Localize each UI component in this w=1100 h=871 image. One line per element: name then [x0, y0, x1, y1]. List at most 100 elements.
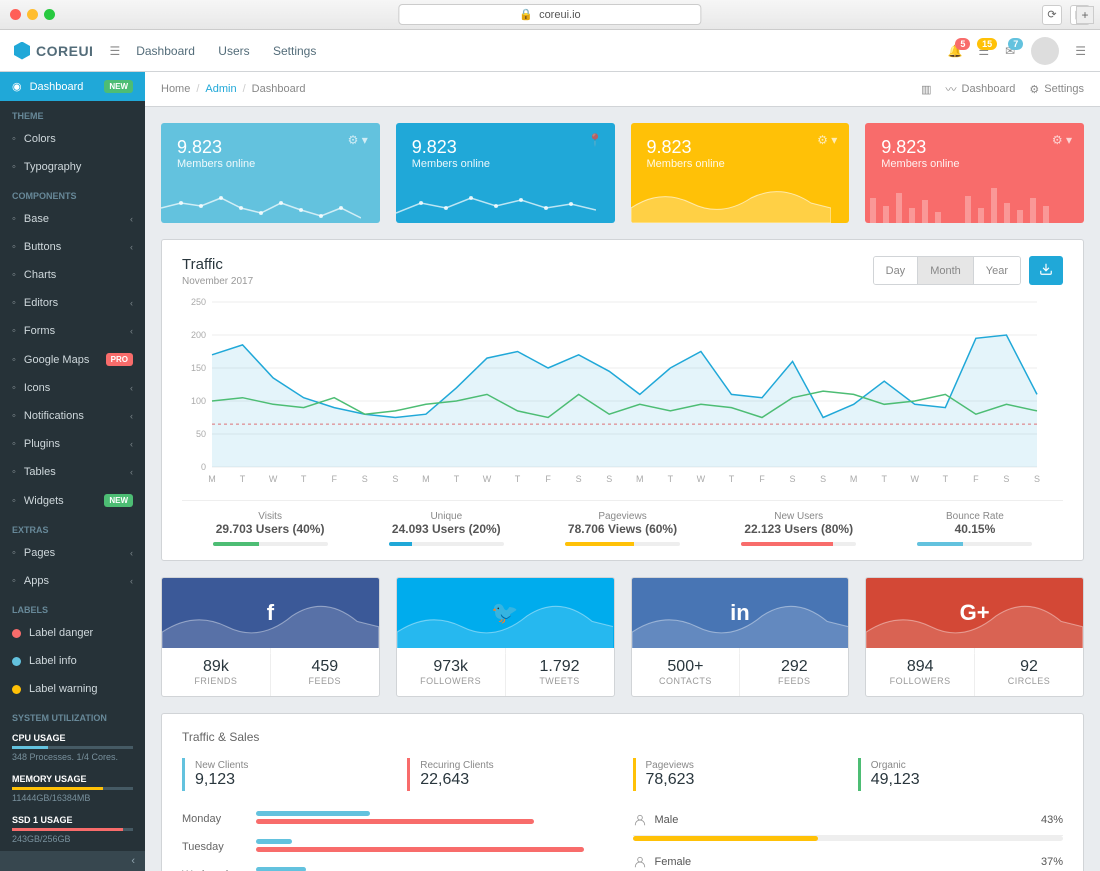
label: Label warning — [29, 683, 98, 695]
label: Dashboard — [30, 81, 84, 93]
label: Label danger — [29, 627, 93, 639]
day-row: Monday — [182, 805, 613, 833]
sidebar-label[interactable]: Label danger — [0, 619, 145, 647]
date-range-toggle: Day Month Year — [873, 256, 1021, 285]
gear-icon[interactable]: ⚙ ▾ — [1052, 133, 1072, 147]
label: Label info — [29, 655, 77, 667]
sidebar-item-forms[interactable]: ◦ Forms ‹ — [0, 317, 145, 345]
range-day[interactable]: Day — [874, 257, 919, 284]
sidebar-item-google-maps[interactable]: ◦ Google Maps PRO — [0, 345, 145, 374]
sidebar-label[interactable]: Label info — [0, 647, 145, 675]
sidebar: ◉ Dashboard NEW THEME ◦ Colors ◦ Typogra… — [0, 30, 145, 871]
sidebar-toggle-button[interactable]: ☰ — [109, 44, 120, 58]
svg-text:S: S — [1003, 474, 1009, 484]
label: Visits — [188, 511, 352, 522]
close-window-icon[interactable] — [10, 9, 21, 20]
badge: PRO — [106, 353, 133, 366]
sidebar-item-notifications[interactable]: ◦ Notifications ‹ — [0, 402, 145, 430]
new-tab-button[interactable]: + — [1076, 6, 1094, 24]
gear-icon[interactable]: ⚙ ▾ — [348, 133, 368, 147]
bc-settings-link[interactable]: ⚙ Settings — [1029, 83, 1084, 96]
bc-admin[interactable]: Admin — [205, 83, 236, 95]
chevron-left-icon: ‹ — [130, 467, 133, 477]
stat-label: Members online — [177, 158, 364, 170]
notifications-bell-icon[interactable]: 🔔5 — [947, 44, 962, 58]
day-row: Tuesday — [182, 833, 613, 861]
sidebar-item-typography[interactable]: ◦ Typography — [0, 153, 145, 181]
section-title-extras: EXTRAS — [0, 515, 145, 539]
tw-icon: 🐦 — [491, 600, 518, 626]
bc-home[interactable]: Home — [161, 83, 190, 95]
sidebar-collapse-button[interactable]: ‹ — [0, 851, 145, 871]
svg-text:T: T — [943, 474, 949, 484]
nav-dashboard[interactable]: Dashboard — [136, 44, 195, 58]
social-stat-b: 459FEEDS — [271, 648, 379, 696]
url-bar[interactable]: 🔒 coreui.io — [398, 4, 701, 25]
svg-text:S: S — [576, 474, 582, 484]
sidebar-label[interactable]: Label warning — [0, 675, 145, 703]
sidebar-item-apps[interactable]: ◦ Apps ‹ — [0, 567, 145, 595]
messages-icon[interactable]: ✉7 — [1005, 44, 1015, 58]
bc-current: Dashboard — [252, 83, 306, 95]
bc-speedometer-icon[interactable]: ▥ — [921, 83, 931, 96]
reload-button[interactable]: ⟳ — [1042, 5, 1062, 25]
stat-label: Members online — [647, 158, 834, 170]
li-icon: in — [730, 600, 750, 626]
svg-text:T: T — [729, 474, 735, 484]
traffic-chart: 050100150200250MTWTFSSMTWTFSSMTWTFSSMTWT… — [182, 297, 1042, 487]
demo-row: Female37% — [633, 847, 1064, 871]
chevron-left-icon: ‹ — [130, 214, 133, 224]
mini-chart — [396, 178, 596, 223]
sidebar-item-colors[interactable]: ◦ Colors — [0, 125, 145, 153]
gear-icon[interactable]: ⚙ ▾ — [817, 133, 837, 147]
label-dot-icon — [12, 685, 21, 694]
sidebar-item-charts[interactable]: ◦ Charts — [0, 261, 145, 289]
icon: ◦ — [12, 241, 16, 253]
brand-logo[interactable]: COREUI — [14, 42, 93, 60]
sidebar-item-tables[interactable]: ◦ Tables ‹ — [0, 458, 145, 486]
nav-users[interactable]: Users — [218, 44, 249, 58]
sidebar-item-editors[interactable]: ◦ Editors ‹ — [0, 289, 145, 317]
icon: ◦ — [12, 438, 16, 450]
value: 40.15% — [893, 522, 1057, 536]
maximize-window-icon[interactable] — [44, 9, 55, 20]
social-card-gp: G+ 894FOLLOWERS 92CIRCLES — [865, 577, 1084, 697]
traffic-stat: New Users 22.123 Users (80%) — [711, 501, 887, 560]
social-header: in — [632, 578, 849, 648]
pin-icon[interactable]: 📍 — [588, 133, 603, 147]
label: Colors — [24, 133, 56, 145]
icon: ◦ — [12, 133, 16, 145]
util-memory-usage: MEMORY USAGE 11444GB/16384MB — [0, 768, 145, 809]
icon: ◦ — [12, 213, 16, 225]
sidebar-item-base[interactable]: ◦ Base ‹ — [0, 205, 145, 233]
new-badge: NEW — [104, 80, 133, 93]
user-avatar[interactable] — [1031, 37, 1059, 65]
label: Charts — [24, 269, 56, 281]
stat-label: Members online — [412, 158, 599, 170]
svg-text:S: S — [1034, 474, 1040, 484]
tasks-icon[interactable]: ☰15 — [978, 44, 989, 58]
sidebar-item-widgets[interactable]: ◦ Widgets NEW — [0, 486, 145, 515]
traffic-stat: Bounce Rate 40.15% — [887, 501, 1063, 560]
sidebar-item-dashboard[interactable]: ◉ Dashboard NEW — [0, 72, 145, 101]
label-dot-icon — [12, 629, 21, 638]
svg-text:100: 100 — [191, 396, 206, 406]
range-month[interactable]: Month — [918, 257, 974, 284]
sidebar-item-buttons[interactable]: ◦ Buttons ‹ — [0, 233, 145, 261]
label: Google Maps — [24, 354, 89, 366]
svg-text:T: T — [881, 474, 887, 484]
bc-dashboard-link[interactable]: 〰 Dashboard — [946, 81, 1016, 97]
chevron-left-icon: ‹ — [130, 298, 133, 308]
section-title-labels: LABELS — [0, 595, 145, 619]
sidebar-item-icons[interactable]: ◦ Icons ‹ — [0, 374, 145, 402]
download-button[interactable] — [1029, 256, 1063, 285]
svg-text:150: 150 — [191, 363, 206, 373]
sidebar-item-plugins[interactable]: ◦ Plugins ‹ — [0, 430, 145, 458]
sidebar-item-pages[interactable]: ◦ Pages ‹ — [0, 539, 145, 567]
minimize-window-icon[interactable] — [27, 9, 38, 20]
nav-settings[interactable]: Settings — [273, 44, 316, 58]
range-year[interactable]: Year — [974, 257, 1020, 284]
value: 22.123 Users (80%) — [717, 522, 881, 536]
aside-toggle-button[interactable]: ☰ — [1075, 44, 1086, 58]
metric: New Clients9,123 — [182, 758, 387, 791]
